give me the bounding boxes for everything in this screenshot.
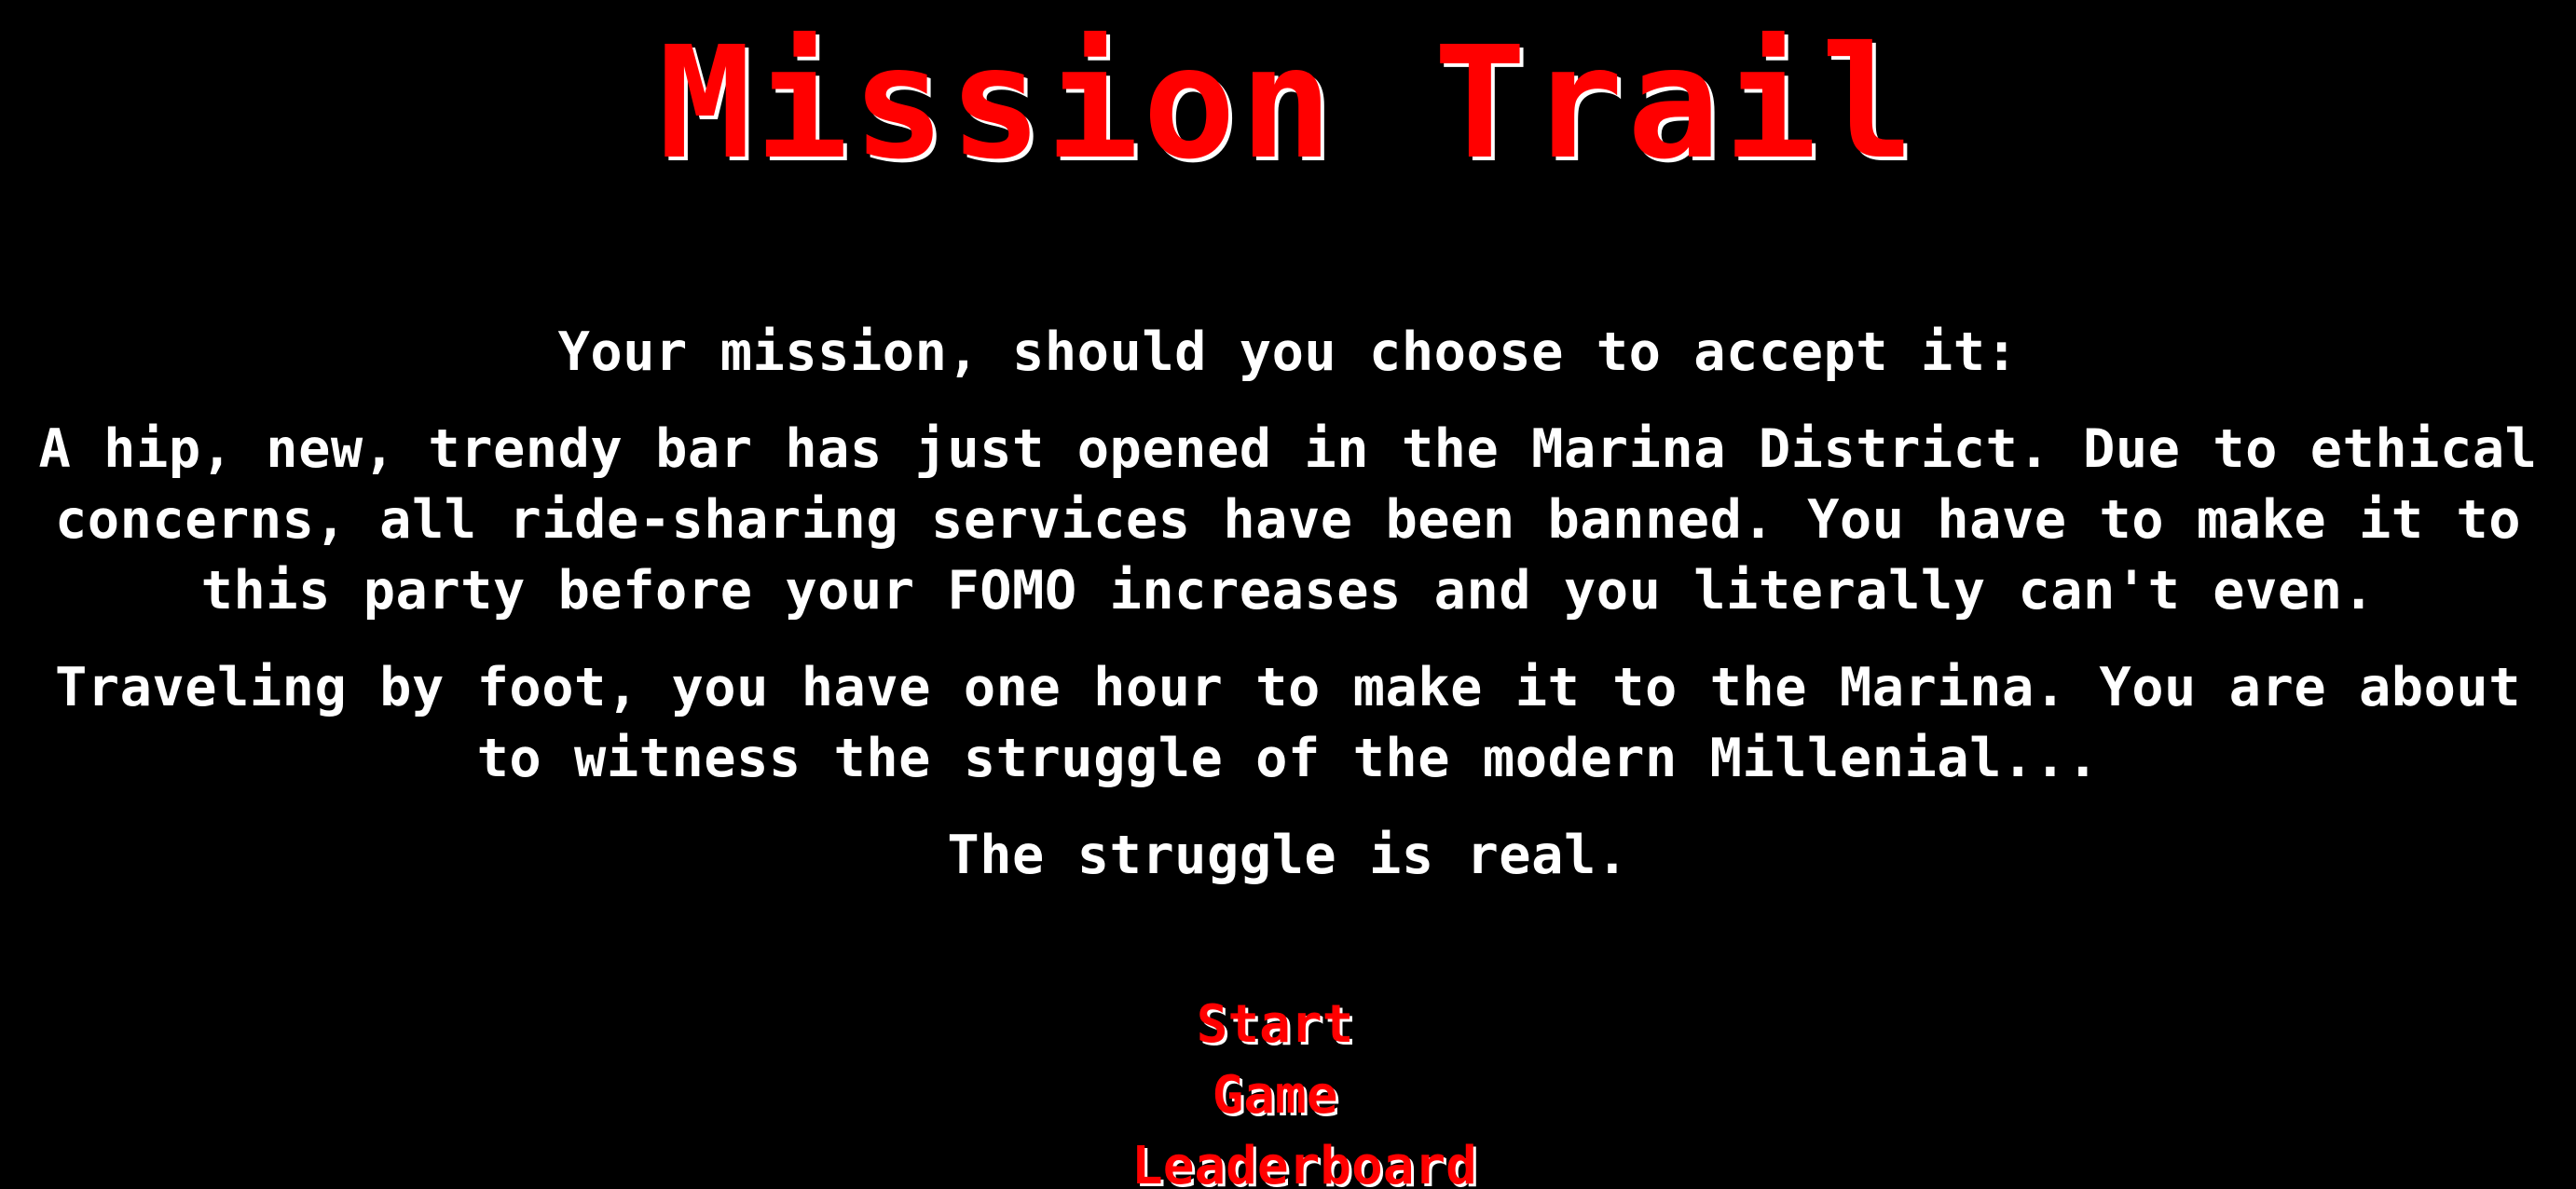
- game-title: Mission Trail: [658, 14, 1918, 194]
- start-game-button[interactable]: Start Game: [1135, 990, 1415, 1131]
- mission-travel: Traveling by foot, you have one hour to …: [54, 657, 2522, 789]
- mission-story: A hip, new, trendy bar has just opened i…: [38, 418, 2538, 622]
- leaderboard-button[interactable]: Leaderboard: [1131, 1131, 1477, 1189]
- main-menu: Start Game Leaderboard: [0, 990, 2576, 1189]
- mission-briefing: Your mission, should you choose to accep…: [37, 317, 2539, 917]
- mission-closing: The struggle is real.: [947, 825, 1629, 886]
- mission-tagline: Your mission, should you choose to accep…: [557, 321, 2019, 383]
